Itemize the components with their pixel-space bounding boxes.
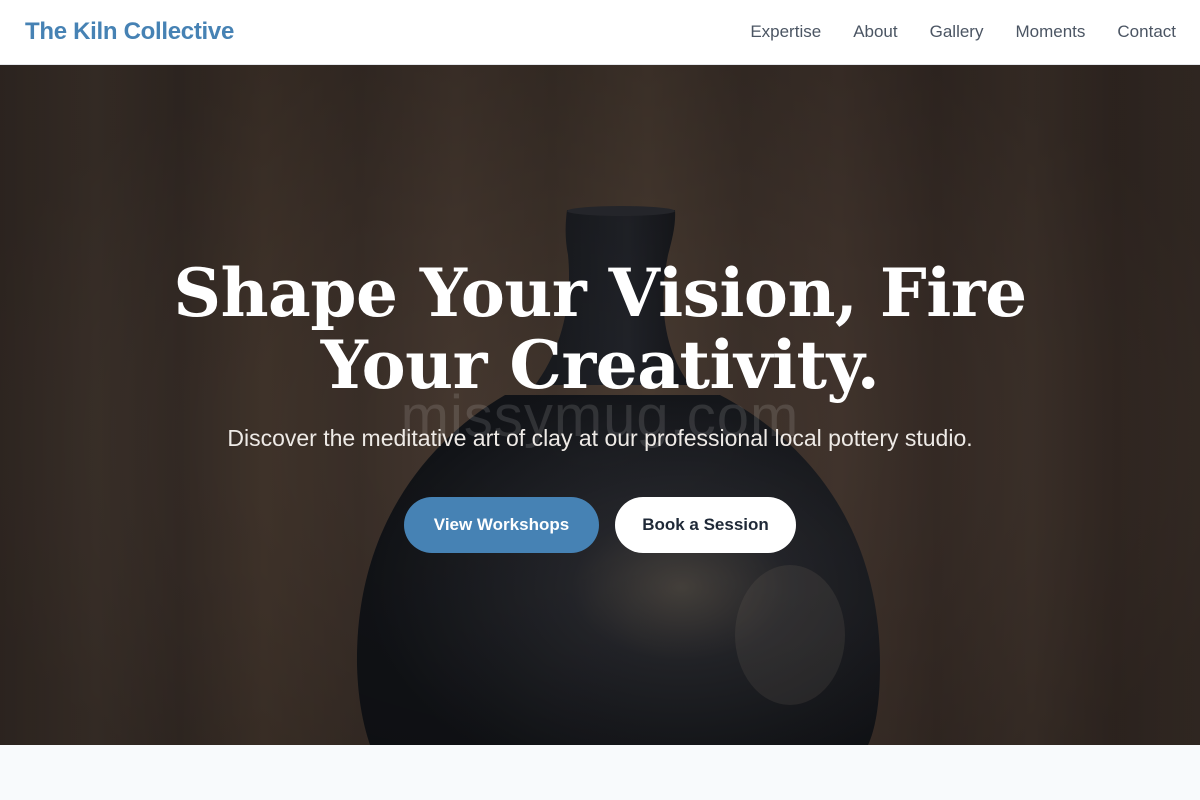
book-session-button[interactable]: Book a Session [615, 497, 796, 553]
nav-link-about[interactable]: About [853, 22, 897, 42]
hero-section: missymug.com Shape Your Vision, Fire You… [0, 65, 1200, 745]
hero-title: Shape Your Vision, Fire Your Creativity. [0, 257, 1200, 401]
brand-logo[interactable]: The Kiln Collective [25, 18, 234, 46]
hero-title-line-2: Your Creativity. [320, 326, 880, 404]
site-header: The Kiln Collective Expertise About Gall… [0, 0, 1200, 65]
main-nav: Expertise About Gallery Moments Contact [750, 22, 1176, 42]
hero-title-line-1: Shape Your Vision, Fire [173, 254, 1027, 332]
hero-buttons: View Workshops Book a Session [0, 497, 1200, 553]
hero-subtitle: Discover the meditative art of clay at o… [227, 425, 973, 451]
nav-link-moments[interactable]: Moments [1015, 22, 1085, 42]
hero-content: Shape Your Vision, Fire Your Creativity.… [0, 65, 1200, 745]
nav-link-gallery[interactable]: Gallery [930, 22, 984, 42]
next-section [0, 745, 1200, 800]
nav-link-expertise[interactable]: Expertise [750, 22, 821, 42]
view-workshops-button[interactable]: View Workshops [404, 497, 599, 553]
nav-link-contact[interactable]: Contact [1117, 22, 1176, 42]
